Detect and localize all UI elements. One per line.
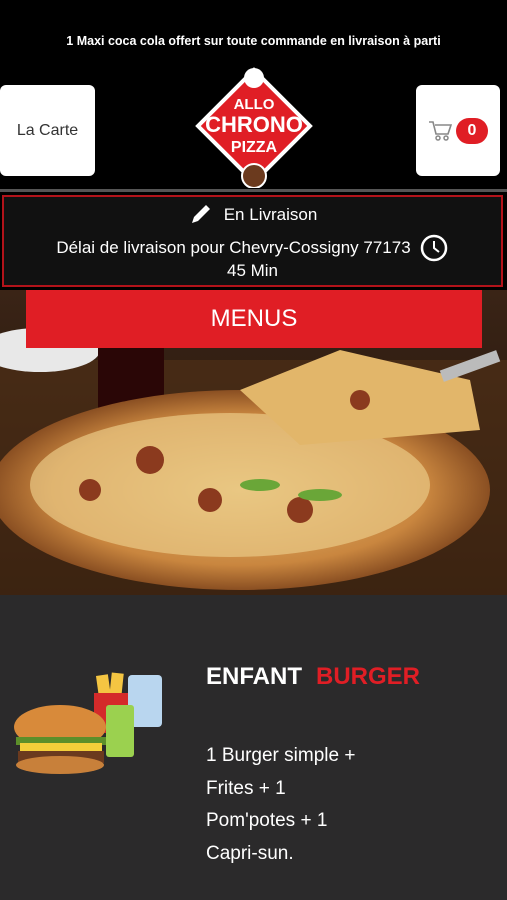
delivery-duration: 45 Min <box>226 261 279 280</box>
desc-line: 1 Burger simple + <box>206 745 356 766</box>
logo-text-1: ALLO <box>234 96 275 113</box>
menu-content: ENFANT BURGER 1 Burger simple + Frites + … <box>0 595 507 900</box>
burger-menu-image[interactable] <box>10 665 170 785</box>
menus-button[interactable]: MENUS <box>26 290 482 348</box>
pencil-icon[interactable] <box>188 203 214 227</box>
logo-text-2: CHRONO <box>205 112 303 137</box>
la-carte-button[interactable]: La Carte <box>0 85 95 176</box>
clock-icon <box>420 234 447 262</box>
delivery-delay-text: Délai de livraison pour Chevry-Cossigny … <box>56 238 411 257</box>
desc-line: Pom'potes + 1 <box>206 810 328 831</box>
item-title-part1: ENFANT <box>206 663 302 690</box>
desc-line: Capri-sun. <box>206 842 294 864</box>
cart-count-badge: 0 <box>456 117 488 144</box>
header-divider <box>0 189 507 192</box>
cart-icon <box>429 120 452 141</box>
item-title-part2: BURGER <box>316 663 421 690</box>
logo-text-3: PIZZA <box>231 139 278 156</box>
item-title: ENFANT BURGER <box>206 663 420 691</box>
delivery-mode: En Livraison <box>223 205 318 224</box>
desc-line: Frites + 1 <box>206 777 286 799</box>
la-carte-label: La Carte <box>16 121 79 139</box>
cart-button[interactable]: 0 <box>416 85 500 176</box>
item-description: 1 Burger simple + Frites + 1 Pom'potes +… <box>206 740 355 870</box>
delivery-info-box[interactable]: En Livraison Délai de livraison pour Che… <box>2 195 503 287</box>
allo-chrono-pizza-logo: ALLO CHRONO PIZZA <box>195 67 313 188</box>
promo-banner: 1 Maxi coca cola offert sur toute comman… <box>66 34 441 48</box>
